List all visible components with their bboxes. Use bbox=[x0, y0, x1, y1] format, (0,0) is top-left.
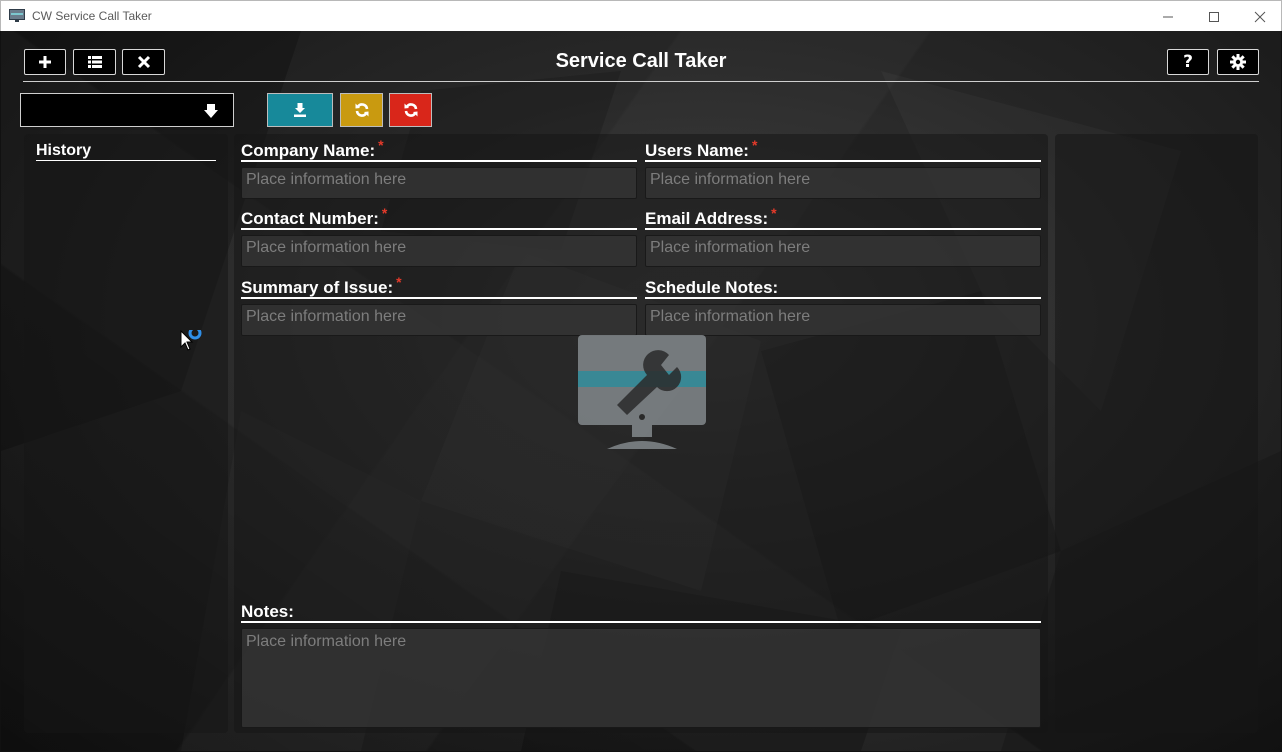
service-monitor-logo bbox=[578, 335, 706, 449]
notes-divider bbox=[241, 621, 1041, 623]
history-title: History bbox=[36, 142, 92, 159]
required-marker: * bbox=[751, 137, 758, 153]
minimize-button[interactable] bbox=[1145, 1, 1191, 32]
users-name-input[interactable] bbox=[645, 167, 1041, 199]
company-select[interactable] bbox=[20, 93, 234, 127]
schedule-notes-divider bbox=[645, 297, 1041, 299]
notes-label: Notes: bbox=[241, 602, 294, 621]
schedule-notes-label: Schedule Notes: bbox=[645, 278, 779, 297]
close-window-button[interactable] bbox=[1237, 1, 1282, 32]
users-name-label: Users Name: * bbox=[645, 137, 758, 160]
download-icon bbox=[294, 103, 306, 117]
download-button[interactable] bbox=[267, 93, 333, 127]
email-address-input[interactable] bbox=[645, 235, 1041, 267]
page-title: Service Call Taker bbox=[555, 50, 727, 72]
maximize-button[interactable] bbox=[1191, 1, 1237, 32]
chevron-down-icon bbox=[204, 104, 218, 118]
busy-cursor-icon bbox=[180, 330, 202, 351]
summary-of-issue-label: Summary of Issue: * bbox=[241, 274, 402, 297]
gear-icon bbox=[1230, 54, 1246, 70]
notes-textarea[interactable] bbox=[241, 628, 1041, 728]
required-marker: * bbox=[378, 137, 384, 153]
refresh-button[interactable] bbox=[340, 93, 383, 127]
required-marker: * bbox=[771, 205, 777, 221]
window-title: CW Service Call Taker bbox=[32, 9, 152, 23]
company-name-label: Company Name: * bbox=[241, 137, 384, 160]
question-icon: ? bbox=[1183, 52, 1193, 72]
summary-of-issue-input[interactable] bbox=[241, 304, 637, 336]
users-name-divider bbox=[645, 160, 1041, 162]
maximize-icon bbox=[1209, 11, 1219, 22]
right-panel bbox=[1055, 134, 1258, 733]
schedule-notes-input[interactable] bbox=[645, 304, 1041, 336]
help-button[interactable]: ? bbox=[1167, 49, 1209, 75]
minimize-icon bbox=[1163, 16, 1173, 17]
email-address-divider bbox=[645, 228, 1041, 230]
close-icon bbox=[1254, 11, 1266, 22]
reset-button[interactable] bbox=[389, 93, 432, 127]
email-address-label: Email Address: * bbox=[645, 205, 777, 228]
settings-button[interactable] bbox=[1217, 49, 1259, 75]
window-titlebar: CW Service Call Taker bbox=[0, 0, 1282, 31]
app-monitor-icon bbox=[9, 9, 25, 22]
company-name-input[interactable] bbox=[241, 167, 637, 199]
contact-number-label: Contact Number: * bbox=[241, 205, 388, 228]
refresh-icon bbox=[355, 103, 368, 117]
required-marker: * bbox=[381, 205, 388, 221]
refresh-icon bbox=[404, 103, 417, 117]
history-panel bbox=[24, 134, 228, 733]
company-name-divider bbox=[241, 160, 637, 162]
header-divider bbox=[23, 81, 1259, 82]
contact-number-input[interactable] bbox=[241, 235, 637, 267]
app-area: Service Call Taker ? History Company Nam… bbox=[1, 31, 1281, 751]
summary-of-issue-divider bbox=[241, 297, 637, 299]
history-divider bbox=[36, 160, 216, 161]
required-marker: * bbox=[396, 274, 402, 290]
contact-number-divider bbox=[241, 228, 637, 230]
